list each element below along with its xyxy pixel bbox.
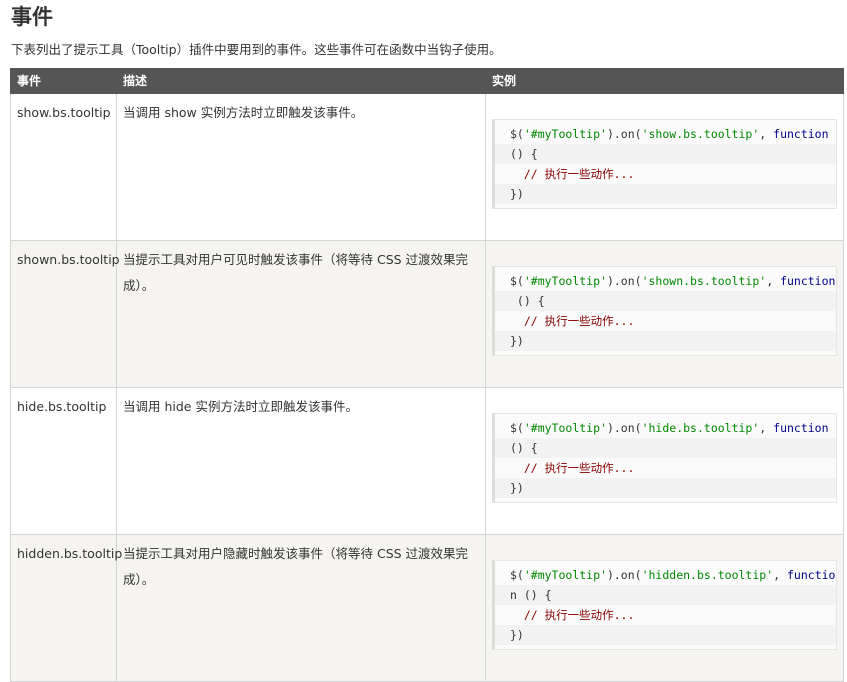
code-line: }) xyxy=(495,331,836,351)
code-line: }) xyxy=(495,478,836,498)
header-event: 事件 xyxy=(10,68,117,94)
code-line: $('#myTooltip').on('shown.bs.tooltip', f… xyxy=(510,274,836,288)
table-header-row: 事件 描述 实例 xyxy=(10,68,844,94)
table-row: hide.bs.tooltip 当调用 hide 实例方法时立即触发该事件。 $… xyxy=(10,387,844,535)
code-line: $('#myTooltip').on('hide.bs.tooltip', fu… xyxy=(510,421,829,435)
code-line: }) xyxy=(495,184,836,204)
event-description: 当调用 hide 实例方法时立即触发该事件。 xyxy=(116,387,486,535)
example-cell: $('#myTooltip').on('hidden.bs.tooltip', … xyxy=(485,534,844,682)
code-line: // 执行一些动作... xyxy=(510,461,635,475)
events-table: 事件 描述 实例 show.bs.tooltip 当调用 show 实例方法时立… xyxy=(10,68,844,682)
event-description: 当调用 show 实例方法时立即触发该事件。 xyxy=(116,93,486,241)
code-block[interactable]: $('#myTooltip').on('show.bs.tooltip', fu… xyxy=(492,119,837,209)
example-cell: $('#myTooltip').on('shown.bs.tooltip', f… xyxy=(485,240,844,388)
code-line: // 执行一些动作... xyxy=(510,608,635,622)
event-description: 当提示工具对用户可见时触发该事件（将等待 CSS 过渡效果完成）。 xyxy=(116,240,486,388)
page-heading: 事件 xyxy=(11,5,53,29)
code-line: // 执行一些动作... xyxy=(510,314,635,328)
code-line: // 执行一些动作... xyxy=(510,167,635,181)
code-block[interactable]: $('#myTooltip').on('shown.bs.tooltip', f… xyxy=(492,266,837,356)
code-line: () { xyxy=(495,291,836,311)
code-block[interactable]: $('#myTooltip').on('hidden.bs.tooltip', … xyxy=(492,560,837,650)
event-name: hide.bs.tooltip xyxy=(10,387,117,535)
code-line: () { xyxy=(495,144,836,164)
code-line: n () { xyxy=(495,585,836,605)
example-cell: $('#myTooltip').on('show.bs.tooltip', fu… xyxy=(485,93,844,241)
example-cell: $('#myTooltip').on('hide.bs.tooltip', fu… xyxy=(485,387,844,535)
event-name: shown.bs.tooltip xyxy=(10,240,120,388)
header-example: 实例 xyxy=(485,68,844,94)
table-row: shown.bs.tooltip 当提示工具对用户可见时触发该事件（将等待 CS… xyxy=(10,240,844,388)
event-name: hidden.bs.tooltip xyxy=(10,534,122,682)
event-description: 当提示工具对用户隐藏时触发该事件（将等待 CSS 过渡效果完成）。 xyxy=(116,534,486,682)
event-name: show.bs.tooltip xyxy=(10,93,117,241)
table-row: show.bs.tooltip 当调用 show 实例方法时立即触发该事件。 $… xyxy=(10,93,844,241)
table-row: hidden.bs.tooltip 当提示工具对用户隐藏时触发该事件（将等待 C… xyxy=(10,534,844,682)
code-line: }) xyxy=(495,625,836,645)
code-line: () { xyxy=(495,438,836,458)
code-line: $('#myTooltip').on('show.bs.tooltip', fu… xyxy=(510,127,829,141)
header-description: 描述 xyxy=(116,68,486,94)
code-block[interactable]: $('#myTooltip').on('hide.bs.tooltip', fu… xyxy=(492,413,837,503)
code-line: $('#myTooltip').on('hidden.bs.tooltip', … xyxy=(510,568,836,582)
intro-text: 下表列出了提示工具（Tooltip）插件中要用到的事件。这些事件可在函数中当钩子… xyxy=(11,42,502,57)
